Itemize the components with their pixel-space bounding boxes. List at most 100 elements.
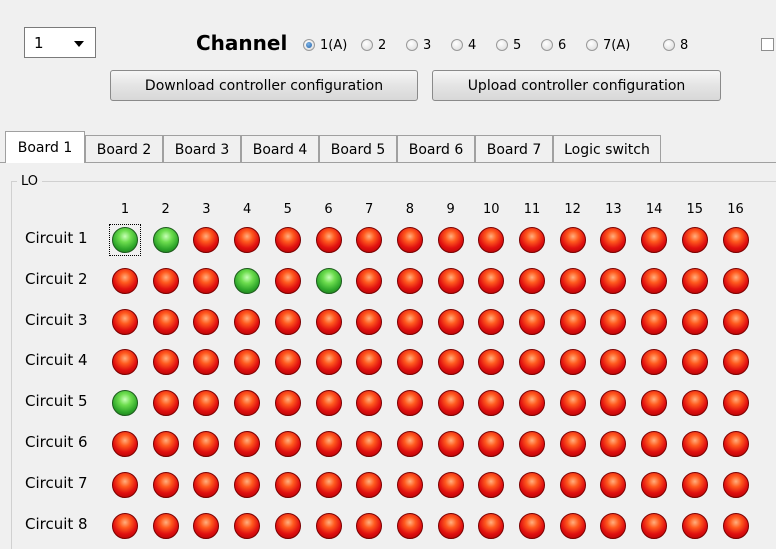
led-red-icon[interactable]: [396, 512, 423, 539]
led-red-icon[interactable]: [519, 267, 545, 294]
led-red-icon[interactable]: [274, 267, 301, 294]
led-red-icon[interactable]: [478, 471, 505, 498]
led-red-icon[interactable]: [722, 471, 749, 498]
led-red-icon[interactable]: [559, 308, 586, 335]
tab-board-5[interactable]: Board 5: [319, 135, 397, 163]
led-red-icon[interactable]: [722, 227, 749, 253]
led-red-icon[interactable]: [396, 431, 423, 457]
led-red-icon[interactable]: [193, 512, 220, 539]
tab-board-8[interactable]: Logic switch: [553, 135, 661, 163]
led-red-icon[interactable]: [356, 267, 383, 294]
led-red-icon[interactable]: [234, 471, 261, 498]
led-red-icon[interactable]: [519, 227, 545, 253]
led-red-icon[interactable]: [234, 431, 261, 457]
led-red-icon[interactable]: [437, 431, 464, 457]
led-red-icon[interactable]: [315, 349, 342, 376]
led-red-icon[interactable]: [152, 431, 179, 457]
led-red-icon[interactable]: [437, 308, 464, 335]
led-red-icon[interactable]: [641, 308, 668, 335]
channel-radio-2[interactable]: 2: [361, 35, 386, 55]
tab-board-2[interactable]: Board 2: [85, 135, 163, 163]
led-red-icon[interactable]: [112, 431, 138, 457]
led-green-icon[interactable]: [112, 390, 138, 417]
led-red-icon[interactable]: [396, 471, 423, 498]
led-red-icon[interactable]: [681, 512, 708, 539]
led-red-icon[interactable]: [641, 227, 668, 253]
led-red-icon[interactable]: [315, 390, 342, 417]
led-red-icon[interactable]: [112, 512, 138, 539]
led-red-icon[interactable]: [356, 227, 383, 253]
led-red-icon[interactable]: [274, 512, 301, 539]
led-red-icon[interactable]: [722, 349, 749, 376]
led-red-icon[interactable]: [437, 267, 464, 294]
led-red-icon[interactable]: [600, 308, 627, 335]
led-red-icon[interactable]: [681, 227, 708, 253]
led-red-icon[interactable]: [315, 431, 342, 457]
led-red-icon[interactable]: [152, 390, 179, 417]
led-red-icon[interactable]: [234, 308, 261, 335]
led-red-icon[interactable]: [356, 471, 383, 498]
led-red-icon[interactable]: [722, 308, 749, 335]
led-red-icon[interactable]: [437, 227, 464, 253]
option-checkbox[interactable]: [761, 38, 774, 51]
led-red-icon[interactable]: [519, 390, 545, 417]
led-red-icon[interactable]: [234, 227, 261, 253]
led-red-icon[interactable]: [722, 390, 749, 417]
led-red-icon[interactable]: [315, 308, 342, 335]
tab-board-3[interactable]: Board 3: [163, 135, 241, 163]
channel-radio-7[interactable]: 7(A): [586, 35, 630, 55]
channel-radio-4[interactable]: 4: [451, 35, 476, 55]
tab-board-1[interactable]: Board 1: [5, 131, 85, 163]
led-red-icon[interactable]: [519, 308, 545, 335]
led-red-icon[interactable]: [641, 471, 668, 498]
led-green-icon[interactable]: [152, 227, 179, 253]
led-red-icon[interactable]: [356, 512, 383, 539]
led-red-icon[interactable]: [193, 267, 220, 294]
led-red-icon[interactable]: [315, 227, 342, 253]
led-red-icon[interactable]: [356, 431, 383, 457]
led-red-icon[interactable]: [641, 431, 668, 457]
board-select[interactable]: 1: [24, 27, 96, 58]
led-red-icon[interactable]: [274, 390, 301, 417]
led-red-icon[interactable]: [641, 512, 668, 539]
led-red-icon[interactable]: [519, 471, 545, 498]
led-red-icon[interactable]: [152, 471, 179, 498]
tab-board-6[interactable]: Board 6: [397, 135, 475, 163]
led-red-icon[interactable]: [193, 308, 220, 335]
led-red-icon[interactable]: [396, 227, 423, 253]
led-red-icon[interactable]: [274, 227, 301, 253]
led-red-icon[interactable]: [722, 431, 749, 457]
led-red-icon[interactable]: [356, 308, 383, 335]
led-red-icon[interactable]: [600, 512, 627, 539]
tab-board-4[interactable]: Board 4: [241, 135, 319, 163]
led-red-icon[interactable]: [559, 227, 586, 253]
led-red-icon[interactable]: [274, 349, 301, 376]
led-red-icon[interactable]: [641, 267, 668, 294]
led-red-icon[interactable]: [559, 471, 586, 498]
download-config-button[interactable]: Download controller configuration: [110, 70, 418, 101]
led-red-icon[interactable]: [315, 471, 342, 498]
led-red-icon[interactable]: [274, 431, 301, 457]
led-red-icon[interactable]: [437, 349, 464, 376]
led-red-icon[interactable]: [478, 267, 505, 294]
led-red-icon[interactable]: [437, 390, 464, 417]
led-red-icon[interactable]: [478, 308, 505, 335]
led-red-icon[interactable]: [112, 267, 138, 294]
led-red-icon[interactable]: [396, 308, 423, 335]
led-red-icon[interactable]: [519, 431, 545, 457]
channel-radio-5[interactable]: 5: [496, 35, 521, 55]
led-red-icon[interactable]: [681, 267, 708, 294]
led-red-icon[interactable]: [681, 471, 708, 498]
led-red-icon[interactable]: [681, 308, 708, 335]
led-red-icon[interactable]: [152, 267, 179, 294]
led-red-icon[interactable]: [559, 390, 586, 417]
led-red-icon[interactable]: [600, 471, 627, 498]
led-red-icon[interactable]: [234, 512, 261, 539]
led-red-icon[interactable]: [152, 349, 179, 376]
led-red-icon[interactable]: [722, 512, 749, 539]
led-red-icon[interactable]: [437, 512, 464, 539]
led-red-icon[interactable]: [396, 267, 423, 294]
led-red-icon[interactable]: [559, 431, 586, 457]
led-red-icon[interactable]: [681, 349, 708, 376]
led-red-icon[interactable]: [315, 512, 342, 539]
